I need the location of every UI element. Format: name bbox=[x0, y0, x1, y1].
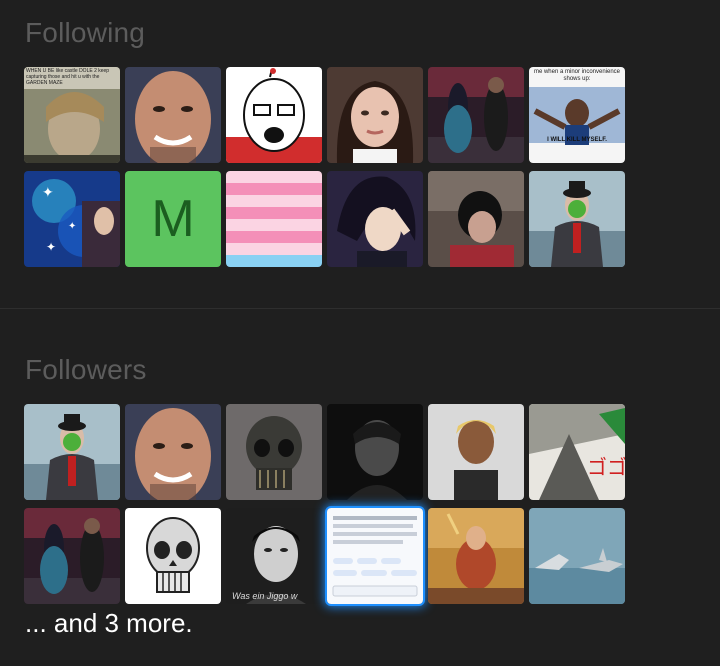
avatar-letter-m[interactable]: M bbox=[125, 171, 221, 267]
avatar-dance-scene[interactable] bbox=[24, 508, 120, 604]
avatar-bald-man[interactable] bbox=[125, 404, 221, 500]
svg-text:✦: ✦ bbox=[42, 185, 54, 201]
meme-bottom-text: I WILL KILL MYSELF. bbox=[547, 137, 607, 143]
avatar-bald-man[interactable] bbox=[125, 67, 221, 163]
avatar-screenshot[interactable] bbox=[327, 508, 423, 604]
following-grid: WHEN U BE like castle DOLE 2 keep captur… bbox=[24, 67, 625, 267]
svg-text:✦: ✦ bbox=[46, 240, 56, 254]
avatar-painting[interactable] bbox=[428, 508, 524, 604]
more-followers-text[interactable]: ... and 3 more. bbox=[25, 608, 193, 639]
avatar-dark-hair-person[interactable] bbox=[428, 171, 524, 267]
avatar-blonde-person[interactable] bbox=[428, 404, 524, 500]
avatar-manga-panel[interactable]: ゴゴ bbox=[529, 404, 625, 500]
avatar-skull-drawing[interactable] bbox=[125, 508, 221, 604]
avatar-apple-man[interactable] bbox=[24, 404, 120, 500]
avatar-cartoon-face[interactable] bbox=[226, 67, 322, 163]
followers-grid: ゴゴ Was ein Jiggo w bbox=[24, 404, 625, 604]
avatar-pastel-flag[interactable] bbox=[226, 171, 322, 267]
avatar-anime-character[interactable] bbox=[327, 171, 423, 267]
followers-title: Followers bbox=[25, 354, 147, 385]
avatar-sharks[interactable] bbox=[529, 508, 625, 604]
avatar-girl-portrait[interactable] bbox=[327, 67, 423, 163]
tile-caption: Was ein Jiggo w bbox=[232, 591, 298, 601]
following-title: Following bbox=[25, 17, 146, 48]
section-divider bbox=[0, 308, 720, 309]
svg-text:✦: ✦ bbox=[68, 221, 76, 232]
tile-caption: WHEN U BE like castle DOLE 2 keep captur… bbox=[26, 68, 110, 86]
avatar-game-character[interactable]: WHEN U BE like castle DOLE 2 keep captur… bbox=[24, 67, 120, 163]
svg-text:ゴゴ: ゴゴ bbox=[587, 455, 625, 479]
avatar-letter: M bbox=[151, 190, 195, 248]
avatar-blue-sparkles[interactable]: ✦ ✦ ✦ bbox=[24, 171, 120, 267]
avatar-bw-portrait[interactable]: Was ein Jiggo w bbox=[226, 508, 322, 604]
avatar-dark-portrait[interactable] bbox=[327, 404, 423, 500]
meme-top-text: me when a minor inconvenience shows up: bbox=[533, 69, 621, 82]
avatar-meme-man[interactable]: me when a minor inconvenience shows up: … bbox=[529, 67, 625, 163]
avatar-apple-man[interactable] bbox=[529, 171, 625, 267]
avatar-metal-skull[interactable] bbox=[226, 404, 322, 500]
avatar-dance-scene[interactable] bbox=[428, 67, 524, 163]
